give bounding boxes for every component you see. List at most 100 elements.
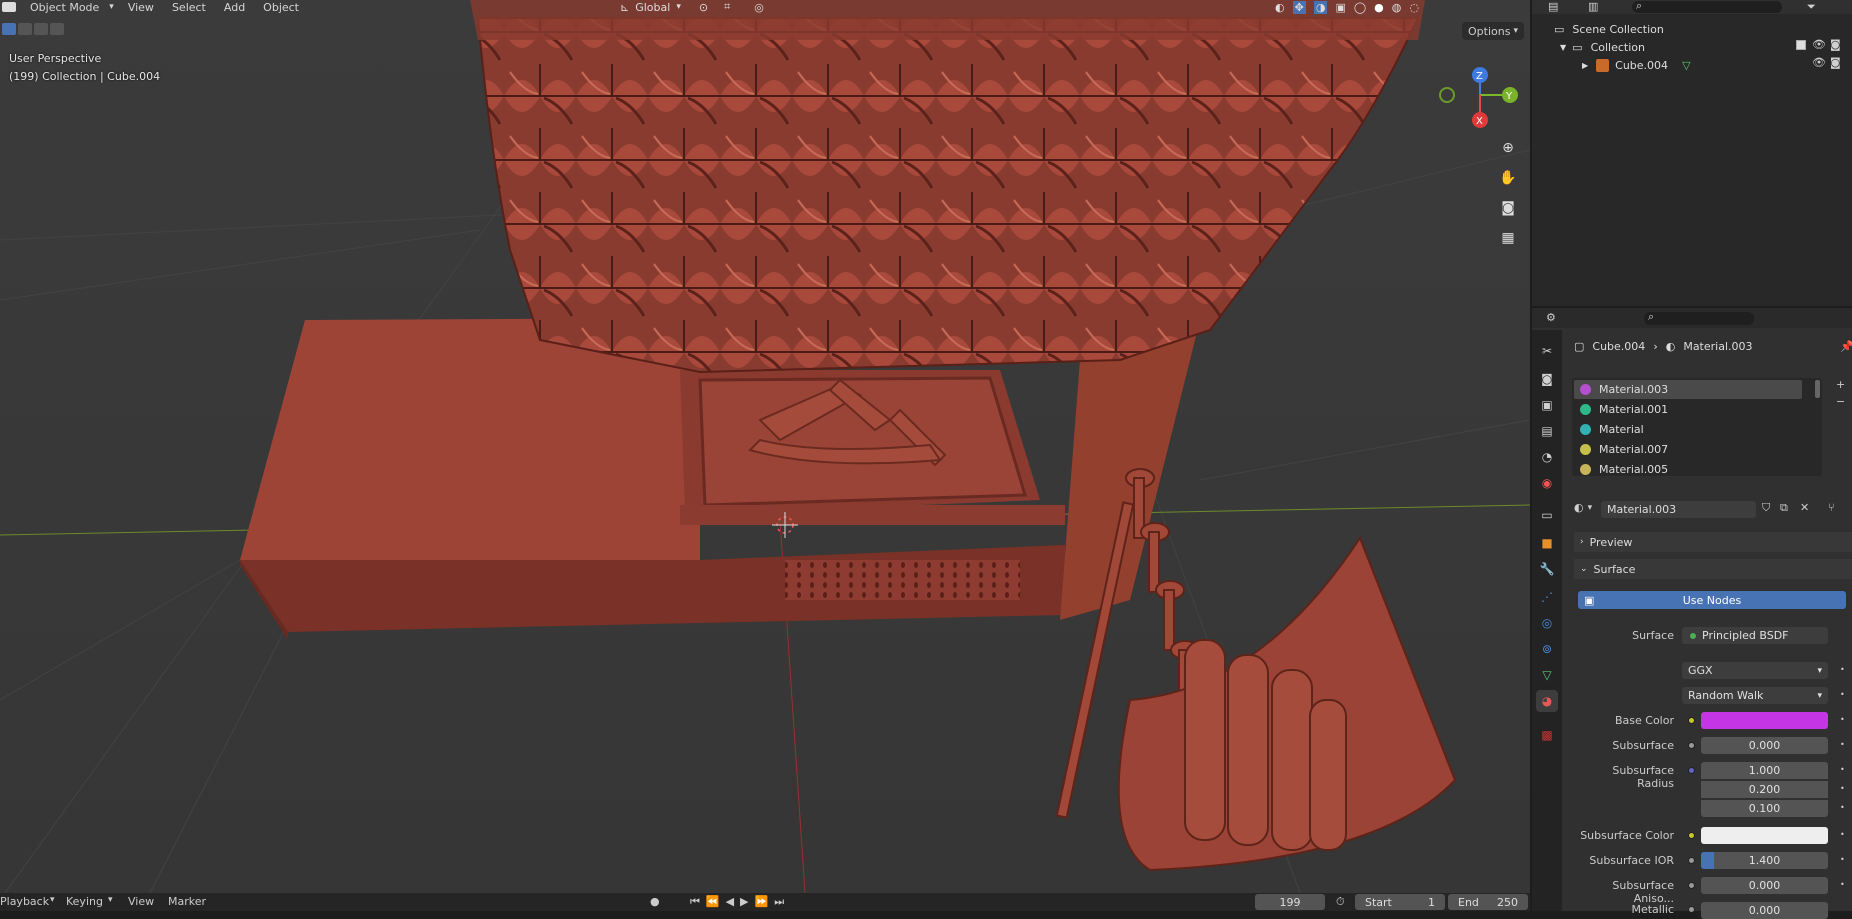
select-subtract-icon[interactable]	[34, 23, 48, 35]
material-slot-2[interactable]: Material	[1574, 420, 1802, 439]
options-button[interactable]: Options ▾	[1462, 22, 1524, 40]
object-tab-icon[interactable]: ■	[1536, 532, 1558, 554]
navigation-gizmo[interactable]: Z Y X	[1435, 60, 1525, 140]
color-socket-icon[interactable]	[1688, 832, 1695, 839]
menu-keying[interactable]: Keying	[66, 895, 103, 908]
keyframe-dot-icon[interactable]: •	[1840, 855, 1845, 864]
transform-orientation[interactable]: ⊾ Global ▾ ⊙ ⌗ ◎	[620, 0, 764, 14]
subsurface-aniso-field[interactable]: 0.000	[1701, 877, 1828, 894]
value-socket-icon[interactable]	[1688, 742, 1695, 749]
keyframe-dot-icon[interactable]: •	[1840, 665, 1845, 674]
render-camera-icon[interactable]: ◙	[1830, 38, 1841, 51]
material-slot-1[interactable]: Material.001	[1574, 400, 1802, 419]
mesh-data-icon[interactable]: ▽	[1682, 59, 1690, 72]
subsurface-radius-z[interactable]: 0.100	[1701, 800, 1828, 817]
menu-select[interactable]: Select	[168, 1, 210, 14]
surface-shader-field[interactable]: Principled BSDF	[1682, 627, 1828, 644]
keyframe-dot-icon[interactable]: •	[1840, 803, 1845, 812]
unlink-icon[interactable]: ✕	[1800, 501, 1809, 514]
distribution-dropdown[interactable]: GGX ▾	[1682, 662, 1828, 679]
camera-icon[interactable]: ◙	[1496, 196, 1520, 220]
menu-view-timeline[interactable]: View	[128, 895, 154, 908]
modifier-wrench-icon[interactable]: 🔧	[1536, 558, 1558, 580]
playback-controls[interactable]: ⏮⏪◀▶⏩⏭	[690, 895, 790, 909]
menu-marker[interactable]: Marker	[168, 895, 206, 908]
menu-object[interactable]: Object	[259, 1, 303, 14]
subsurface-ior-slider[interactable]: 1.400	[1701, 852, 1828, 869]
filter-icon[interactable]: ▥	[1588, 0, 1598, 13]
object-row[interactable]: ▶ Cube.004 ▽	[1582, 56, 1691, 74]
solid-shading-icon[interactable]: ●	[1374, 1, 1384, 14]
pin-icon[interactable]: 📌	[1840, 340, 1852, 353]
material-slot-4[interactable]: Material.005	[1574, 460, 1802, 479]
wireframe-shading-icon[interactable]: ◯	[1354, 1, 1366, 14]
snap-icon[interactable]: ⌗	[724, 0, 730, 14]
display-mode-icon[interactable]: ▤	[1548, 0, 1558, 13]
material-browse[interactable]: ◐ ▾	[1574, 501, 1592, 514]
keyframe-dot-icon[interactable]: •	[1840, 740, 1845, 749]
proportional-edit-icon[interactable]: ◎	[754, 1, 764, 14]
collection-tab-icon[interactable]: ▭	[1536, 504, 1558, 526]
mesh-data-tab-icon[interactable]: ▽	[1536, 664, 1558, 686]
view-layer-tab-icon[interactable]: ▤	[1536, 420, 1558, 442]
collection-row[interactable]: ▼ ▭ Collection	[1560, 38, 1645, 56]
editor-type-icon[interactable]: ⚙	[1546, 311, 1556, 324]
material-slot-0[interactable]: Material.003	[1574, 380, 1802, 399]
eye-icon[interactable]: 👁	[1812, 56, 1826, 69]
output-tab-icon[interactable]: ▣	[1536, 394, 1558, 416]
value-socket-icon[interactable]	[1688, 857, 1695, 864]
keyframe-dot-icon[interactable]: •	[1840, 715, 1845, 724]
expand-arrow-icon[interactable]: ▶	[1582, 61, 1588, 70]
material-name-field[interactable]: Material.003	[1601, 501, 1756, 518]
value-socket-icon[interactable]	[1688, 882, 1695, 889]
scene-collection-row[interactable]: ▭ Scene Collection	[1554, 20, 1664, 38]
pivot-icon[interactable]: ⊙	[699, 1, 708, 14]
material-tab-icon[interactable]: ◕	[1536, 690, 1558, 712]
material-slot-3[interactable]: Material.007	[1574, 440, 1802, 459]
render-camera-icon[interactable]: ◙	[1830, 56, 1841, 69]
keyframe-dot-icon[interactable]: •	[1840, 690, 1845, 699]
eye-icon[interactable]: 👁	[1812, 38, 1826, 51]
scene-tab-icon[interactable]: ◔	[1536, 446, 1558, 468]
overlays-icon[interactable]: ◑	[1313, 0, 1328, 14]
gizmo-neg-y[interactable]	[1439, 87, 1455, 103]
render-tab-icon[interactable]: ◙	[1536, 368, 1558, 390]
keyframe-dot-icon[interactable]: •	[1840, 784, 1845, 793]
color-socket-icon[interactable]	[1688, 717, 1695, 724]
tool-tab-icon[interactable]: ✂	[1536, 340, 1558, 362]
perspective-grid-icon[interactable]: ▦	[1496, 226, 1520, 250]
material-shading-icon[interactable]: ◍	[1392, 1, 1402, 14]
keyframe-dot-icon[interactable]: •	[1840, 880, 1845, 889]
world-tab-icon[interactable]: ◉	[1536, 472, 1558, 494]
start-frame-field[interactable]: Start 1	[1355, 894, 1445, 910]
3d-viewport[interactable]: Object Mode ▾ View Select Add Object ⊾ G…	[0, 0, 1530, 893]
end-frame-field[interactable]: End 250	[1448, 894, 1528, 910]
pan-hand-icon[interactable]: ✋	[1496, 166, 1520, 190]
exclude-checkbox[interactable]	[1796, 40, 1806, 50]
select-new-icon[interactable]	[2, 23, 16, 35]
surface-panel-header[interactable]: ⌄ Surface	[1574, 559, 1852, 579]
menu-playback[interactable]: Playback	[0, 895, 49, 908]
subsurface-radius-x[interactable]: 1.000	[1701, 762, 1828, 779]
gizmo-toggle-icon[interactable]: ✥	[1292, 0, 1306, 14]
rendered-shading-icon[interactable]: ◌	[1409, 1, 1419, 14]
texture-tab-icon[interactable]: ▩	[1536, 724, 1558, 746]
record-icon[interactable]: ●	[650, 895, 660, 908]
subsurface-radius-y[interactable]: 0.200	[1701, 781, 1828, 798]
particles-tab-icon[interactable]: ⋰	[1536, 586, 1558, 608]
remove-slot-icon[interactable]: −	[1836, 395, 1845, 408]
menu-add[interactable]: Add	[220, 1, 249, 14]
subsurface-field[interactable]: 0.000	[1701, 737, 1828, 754]
editor-type-icon[interactable]	[2, 2, 16, 12]
stopwatch-icon[interactable]: ⏱	[1336, 895, 1345, 909]
subsurface-method-dropdown[interactable]: Random Walk ▾	[1682, 687, 1828, 704]
select-intersect-icon[interactable]	[50, 23, 64, 35]
vector-socket-icon[interactable]	[1688, 767, 1695, 774]
duplicate-icon[interactable]: ⧉	[1780, 501, 1788, 515]
mode-selector[interactable]: Object Mode	[30, 1, 99, 14]
keyframe-dot-icon[interactable]: •	[1840, 830, 1845, 839]
properties-search-input[interactable]: ⌕	[1644, 310, 1754, 325]
xray-icon[interactable]: ▣	[1335, 1, 1345, 14]
constraints-tab-icon[interactable]: ⊚	[1536, 638, 1558, 660]
value-socket-icon[interactable]	[1688, 906, 1695, 913]
